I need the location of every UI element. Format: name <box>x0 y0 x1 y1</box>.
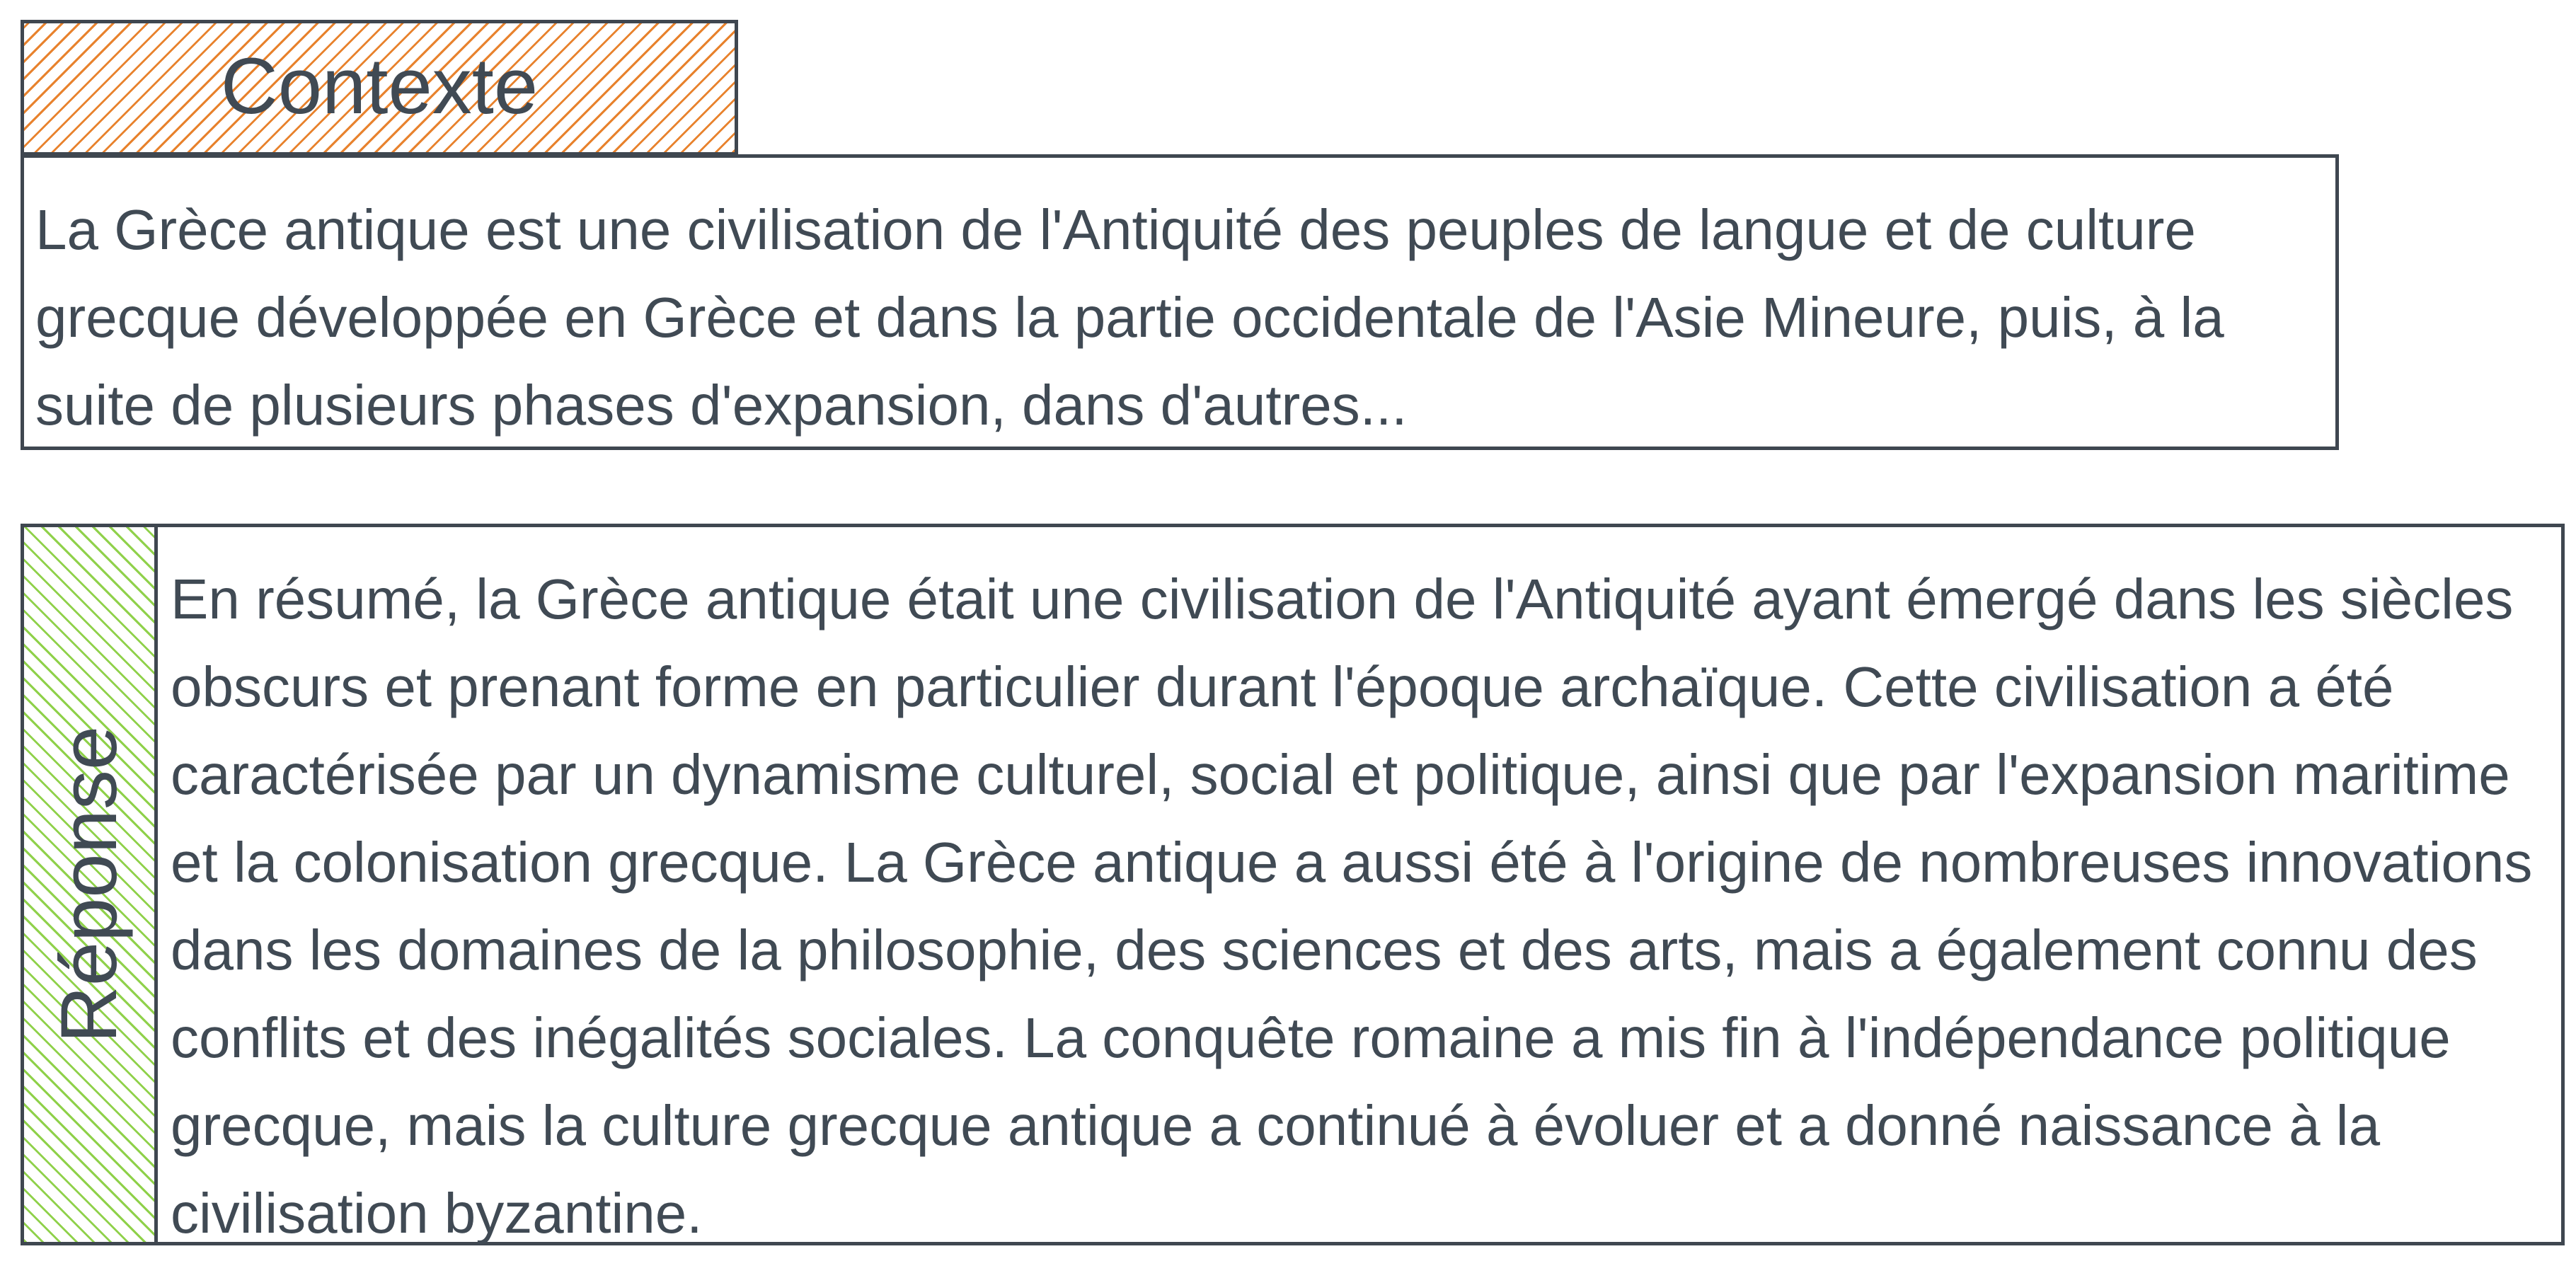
context-label-tab: Contexte <box>21 20 738 156</box>
response-label-tab: Réponse <box>21 524 158 1245</box>
context-text-box: La Grèce antique est une civilisation de… <box>21 154 2339 450</box>
context-label: Contexte <box>220 41 539 130</box>
context-text: La Grèce antique est une civilisation de… <box>35 198 2224 437</box>
response-label: Réponse <box>45 725 133 1044</box>
response-text: En résumé, la Grèce antique était une ci… <box>171 568 2533 1245</box>
response-text-box: En résumé, la Grèce antique était une ci… <box>154 524 2565 1245</box>
